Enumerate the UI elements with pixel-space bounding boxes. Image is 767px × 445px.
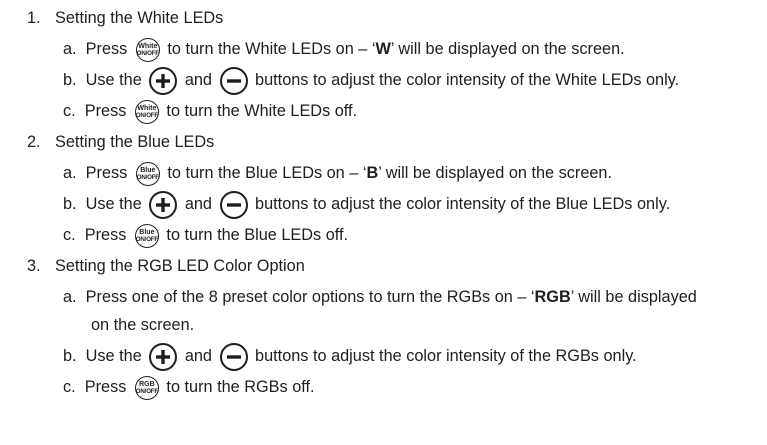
step-text: buttons to adjust the color intensity of… [250,347,637,365]
step-text: Press one of the 8 preset color options … [85,288,535,306]
step-text: ’ will be displayed on the screen. [378,164,613,182]
step-text: to turn the Blue LEDs off. [161,226,349,244]
minus-icon [219,190,248,219]
step-text: buttons to adjust the color intensity of… [250,195,671,213]
step-3b: b. Use the and buttons to adjust the col… [63,341,637,371]
step-text: Use the [85,347,147,365]
step-letter: a. [63,288,77,306]
step-3c: c. Press RGB ON/OFF to turn the RGBs off. [63,372,315,402]
plus-icon [149,190,178,219]
step-letter: c. [63,378,76,396]
step-text: Press [84,378,131,396]
step-letter: a. [63,40,77,58]
section-number: 3. [27,257,41,275]
rgb-onoff-button-icon: RGB ON/OFF [134,375,159,400]
display-code: RGB [534,288,571,306]
step-letter: c. [63,226,76,244]
section-heading: Setting the Blue LEDs [55,133,215,151]
step-1b: b. Use the and buttons to adjust the col… [63,65,679,95]
step-text: to turn the RGBs off. [161,378,315,396]
section-heading: Setting the RGB LED Color Option [55,257,305,275]
step-text: buttons to adjust the color intensity of… [250,71,680,89]
step-text: and [180,71,217,89]
step-text: ’ will be displayed [570,288,697,306]
step-text: and [180,195,217,213]
step-text: ’ will be displayed on the screen. [390,40,625,58]
step-letter: c. [63,102,76,120]
step-2b: b. Use the and buttons to adjust the col… [63,189,670,219]
step-text: to turn the White LEDs off. [161,102,358,120]
step-text: Press [85,164,132,182]
display-code: B [366,164,379,182]
plus-icon [149,342,178,371]
step-2c: c. Press Blue ON/OFF to turn the Blue LED… [63,220,348,250]
step-letter: b. [63,347,77,365]
step-text: Use the [85,71,147,89]
display-code: W [375,40,391,58]
minus-icon [219,66,248,95]
white-onoff-button-icon: White ON/OFF [135,37,160,62]
step-2a: a. Press Blue ON/OFF to turn the Blue LED… [63,158,612,188]
section-heading: Setting the White LEDs [55,9,224,27]
section-number: 1. [27,9,41,27]
blue-onoff-button-icon: Blue ON/OFF [134,223,159,248]
step-text: on the screen. [91,316,195,334]
section-number: 2. [27,133,41,151]
step-3a: a. Press one of the 8 preset color optio… [63,282,697,312]
step-letter: a. [63,164,77,182]
step-text: Press [84,102,131,120]
blue-onoff-button-icon: Blue ON/OFF [135,161,160,186]
step-text: to turn the White LEDs on – ‘ [162,40,376,58]
plus-icon [149,66,178,95]
step-text: to turn the Blue LEDs on – ‘ [162,164,367,182]
step-1c: c. Press White ON/OFF to turn the White L… [63,96,357,126]
step-text: Use the [85,195,147,213]
step-3a-continuation: on the screen. [91,310,194,340]
step-text: Press [84,226,131,244]
step-1a: a. Press White ON/OFF to turn the White L… [63,34,625,64]
minus-icon [219,342,248,371]
step-text: and [180,347,217,365]
step-letter: b. [63,195,77,213]
white-onoff-button-icon: White ON/OFF [134,99,159,124]
step-text: Press [85,40,132,58]
step-letter: b. [63,71,77,89]
